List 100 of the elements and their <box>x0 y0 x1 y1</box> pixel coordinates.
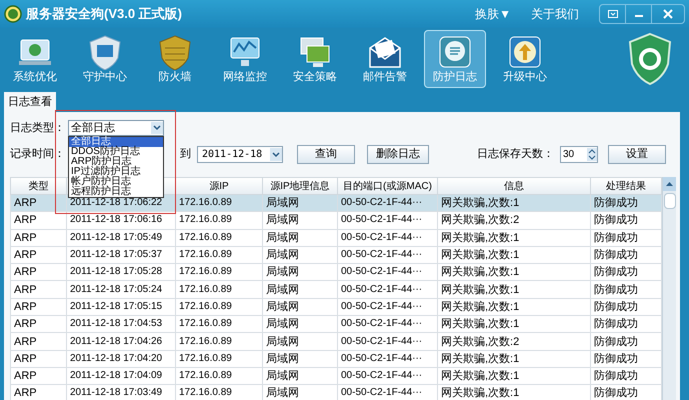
dropdown-option[interactable]: 远程防护日志 <box>69 187 163 197</box>
scroll-up-icon[interactable] <box>663 177 676 191</box>
table-row[interactable]: ARP 2011-12-18 17:04:53 172.16.0.89 局域网 00-50-C2-1F-44··· 网关欺骗,次数:1 防御成功 <box>10 316 662 333</box>
dropdown-option[interactable]: IP过滤防护日志 <box>69 167 163 177</box>
table-cell: ARP <box>14 249 37 262</box>
dropdown-option[interactable]: ARP防护日志 <box>69 157 163 167</box>
table-cell: 局域网 <box>266 197 299 210</box>
nav-item[interactable]: 邮件告警 <box>354 30 416 88</box>
table-cell: 网关欺骗,次数:1 <box>441 370 520 382</box>
dropdown-icon <box>608 10 618 18</box>
table-cell: 2011-12-18 17:05:37 <box>70 249 162 260</box>
table-cell: 00-50-C2-1F-44··· <box>341 318 422 330</box>
set-button[interactable]: 设置 <box>608 144 666 164</box>
log-type-select[interactable]: 全部日志 <box>68 120 164 136</box>
table-row[interactable]: ARP 2011-12-18 17:05:24 172.16.0.89 局域网 00-50-C2-1F-44··· 网关欺骗,次数:1 防御成功 <box>10 280 662 298</box>
to-label: 到 <box>180 146 191 162</box>
table-cell: ARP <box>14 352 37 365</box>
table-row[interactable]: ARP 2011-12-18 17:04:09 172.16.0.89 局域网 00-50-C2-1F-44··· 网关欺骗,次数:1 防御成功 <box>10 367 662 385</box>
delete-log-button[interactable]: 删除日志 <box>367 144 429 164</box>
table-cell: ARP <box>14 370 37 382</box>
table-cell: ARP <box>14 387 37 400</box>
table-cell: 2011-12-18 17:05:24 <box>70 284 162 295</box>
nav-item[interactable]: 防火墙 <box>144 30 206 88</box>
table-cell: 172.16.0.89 <box>179 284 232 295</box>
close-icon <box>663 9 673 19</box>
table-cell: 局域网 <box>266 370 299 382</box>
table-cell: 172.16.0.89 <box>179 214 232 226</box>
nav-item[interactable]: 守护中心 <box>74 30 136 88</box>
table-cell: 网关欺骗,次数:1 <box>441 197 520 210</box>
table-cell: 00-50-C2-1F-44··· <box>341 300 422 312</box>
nav-item[interactable]: 系统优化 <box>4 30 66 88</box>
table-row[interactable]: ARP 2011-12-18 17:05:28 172.16.0.89 局域网 00-50-C2-1F-44··· 网关欺骗,次数:1 防御成功 <box>10 264 662 281</box>
table-cell: 防御成功 <box>594 300 638 313</box>
keep-days-label: 日志保存天数： <box>477 146 554 162</box>
keep-days-spinner[interactable]: 30 <box>560 146 598 162</box>
table-cell: 防御成功 <box>594 318 638 330</box>
scrollbar[interactable] <box>662 177 676 400</box>
dropdown-option[interactable]: DDOS防护日志 <box>69 147 163 157</box>
table-cell: 网关欺骗,次数:1 <box>441 300 520 313</box>
table-cell: 00-50-C2-1F-44··· <box>341 387 422 398</box>
table-cell: 网关欺骗,次数:1 <box>441 232 520 244</box>
table-cell: ARP <box>14 284 37 296</box>
table-cell: 172.16.0.89 <box>179 249 232 260</box>
nav-item[interactable]: 安全策略 <box>284 30 346 88</box>
speech-bubble-icon <box>437 34 473 70</box>
tab[interactable]: 日志查看 <box>4 92 56 112</box>
table-cell: ARP <box>14 214 37 226</box>
table-cell: 00-50-C2-1F-44··· <box>341 352 422 364</box>
table-cell: 网关欺骗,次数:2 <box>441 214 520 226</box>
table-cell: 172.16.0.89 <box>179 266 232 278</box>
table-cell: 172.16.0.89 <box>179 387 232 398</box>
table-cell: 00-50-C2-1F-44··· <box>341 214 422 226</box>
table-row[interactable]: ARP 2011-12-18 17:05:49 172.16.0.89 局域网 00-50-C2-1F-44··· 网关欺骗,次数:1 防御成功 <box>10 229 662 246</box>
table-cell: 172.16.0.89 <box>179 197 232 208</box>
nav-item[interactable]: 升级中心 <box>494 30 556 88</box>
table-cell: 防御成功 <box>594 370 638 382</box>
table-cell: 防御成功 <box>594 387 638 400</box>
table-cell: 网关欺骗,次数:2 <box>441 336 520 348</box>
window-title: 服务器安全狗(V3.0 正式版) <box>26 5 182 24</box>
table-row[interactable]: ARP 2011-12-18 17:06:22 172.16.0.89 局域网 00-50-C2-1F-44··· 网关欺骗,次数:1 防御成功 <box>10 194 662 212</box>
table-cell: 2011-12-18 17:05:49 <box>70 232 162 243</box>
table-row[interactable]: ARP 2011-12-18 17:03:49 172.16.0.89 局域网 00-50-C2-1F-44··· 网关欺骗,次数:1 防御成功 <box>10 384 662 400</box>
table-row[interactable]: ARP 2011-12-18 17:05:37 172.16.0.89 局域网 00-50-C2-1F-44··· 网关欺骗,次数:1 防御成功 <box>10 246 662 264</box>
table-cell: 局域网 <box>266 318 299 330</box>
query-button[interactable]: 查询 <box>297 144 355 164</box>
table-cell: 172.16.0.89 <box>179 352 232 364</box>
table-cell: 00-50-C2-1F-44··· <box>341 232 422 243</box>
dropdown-option[interactable]: 全部日志 <box>69 137 163 147</box>
table-cell: 2011-12-18 17:03:49 <box>70 387 162 398</box>
nav-item[interactable]: 网络监控 <box>214 30 276 88</box>
column-header[interactable]: 源IP <box>209 180 229 192</box>
table-cell: 局域网 <box>266 214 299 226</box>
table-cell: 局域网 <box>266 387 299 400</box>
scroll-thumb[interactable] <box>664 193 676 209</box>
table-row[interactable]: ARP 2011-12-18 17:06:16 172.16.0.89 局域网 00-50-C2-1F-44··· 网关欺骗,次数:2 防御成功 <box>10 212 662 230</box>
table-row[interactable]: ARP 2011-12-18 17:04:20 172.16.0.89 局域网 00-50-C2-1F-44··· 网关欺骗,次数:1 防御成功 <box>10 350 662 368</box>
log-type-label: 日志类型： <box>10 120 65 136</box>
table-cell: ARP <box>14 336 37 348</box>
end-date-field[interactable]: 2011-12-18 <box>197 146 283 162</box>
shield-icon <box>157 34 193 70</box>
table-cell: 防御成功 <box>594 214 638 226</box>
table-row[interactable]: ARP 2011-12-18 17:04:26 172.16.0.89 局域网 00-50-C2-1F-44··· 网关欺骗,次数:2 防御成功 <box>10 332 662 350</box>
table-cell: 网关欺骗,次数:1 <box>441 318 520 330</box>
table-cell: 172.16.0.89 <box>179 232 232 243</box>
spinner-arrows-icon[interactable] <box>587 148 597 160</box>
column-header[interactable]: 信息 <box>504 180 524 192</box>
table-cell: 防御成功 <box>594 266 638 278</box>
table-cell: 防御成功 <box>594 352 638 365</box>
table-cell: 00-50-C2-1F-44··· <box>341 249 422 260</box>
table-cell: 2011-12-18 17:06:16 <box>70 214 162 226</box>
table-cell: 局域网 <box>266 284 299 296</box>
table-cell: 2011-12-18 17:05:15 <box>70 300 162 312</box>
table-cell: 局域网 <box>266 300 299 313</box>
table-cell: ARP <box>14 197 37 210</box>
table-cell: 防御成功 <box>594 232 638 244</box>
table-cell: 2011-12-18 17:04:20 <box>70 352 162 364</box>
table-cell: 00-50-C2-1F-44··· <box>341 284 422 295</box>
table-cell: 网关欺骗,次数:1 <box>441 387 520 400</box>
table-cell: 00-50-C2-1F-44··· <box>341 370 422 382</box>
table-row[interactable]: ARP 2011-12-18 17:05:15 172.16.0.89 局域网 00-50-C2-1F-44··· 网关欺骗,次数:1 防御成功 <box>10 298 662 316</box>
